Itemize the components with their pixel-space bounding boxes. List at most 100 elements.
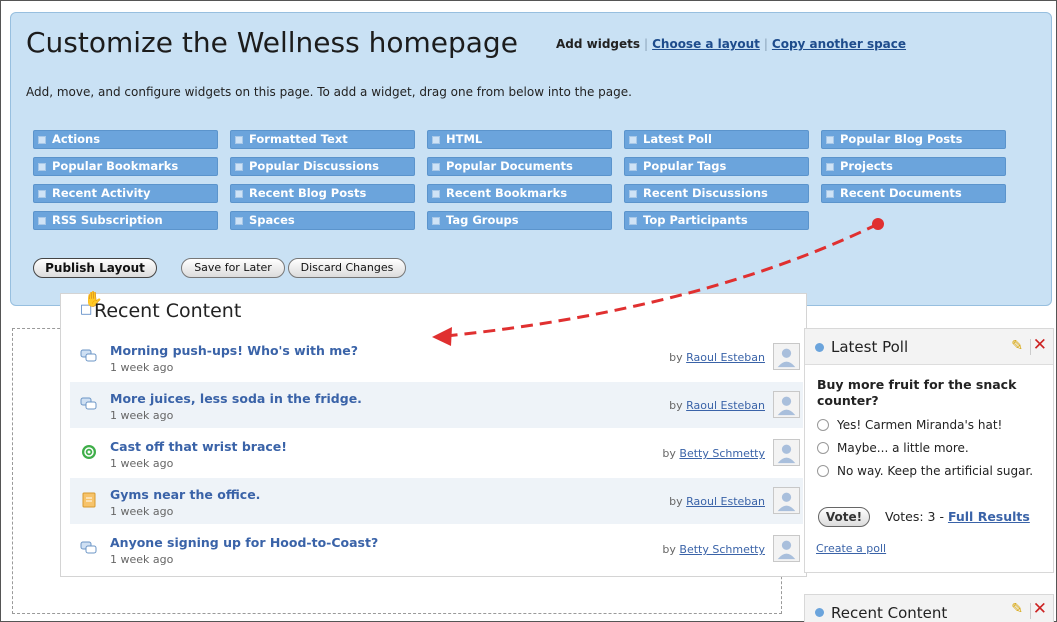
widget-handle-icon — [235, 136, 243, 144]
item-author: by Raoul Esteban — [669, 495, 765, 508]
votes-count: Votes: 3 - Full Results — [885, 509, 1030, 524]
widget-handle-icon — [826, 190, 834, 198]
author-link[interactable]: Betty Schmetty — [679, 543, 765, 556]
discussion-icon — [80, 541, 97, 554]
widget-handle-icon — [826, 136, 834, 144]
item-title-link[interactable]: Gyms near the office. — [110, 487, 260, 502]
widget-chip-popular-discussions[interactable]: Popular Discussions — [230, 157, 415, 176]
item-time: 1 week ago — [110, 361, 174, 374]
avatar[interactable] — [773, 439, 800, 466]
widget-chip-popular-bookmarks[interactable]: Popular Bookmarks — [33, 157, 218, 176]
customize-links: Add widgets | Choose a layout | Copy another… — [556, 37, 906, 51]
widget-handle-icon — [235, 163, 243, 171]
widget-chip-popular-tags[interactable]: Popular Tags — [624, 157, 809, 176]
edit-pencil-icon[interactable]: ✎ — [1011, 338, 1023, 354]
item-title-link[interactable]: Morning push-ups! Who's with me? — [110, 343, 358, 358]
publish-layout-button[interactable]: Publish Layout — [33, 258, 157, 278]
discussion-icon — [80, 349, 97, 362]
widget-chip-html[interactable]: HTML — [427, 130, 612, 149]
item-title-link[interactable]: More juices, less soda in the fridge. — [110, 391, 362, 406]
link-separator: | — [644, 37, 649, 51]
avatar[interactable] — [773, 391, 800, 418]
widget-handle-icon — [432, 136, 440, 144]
item-title-link[interactable]: Cast off that wrist brace! — [110, 439, 287, 454]
header-divider — [1030, 339, 1031, 355]
vote-button[interactable]: Vote! — [818, 507, 870, 527]
avatar[interactable] — [773, 343, 800, 370]
recent-content-title: Recent Content — [94, 300, 242, 322]
widget-header[interactable]: Latest Poll ✎ ✕ — [805, 329, 1053, 365]
page-title: Customize the Wellness homepage — [26, 26, 518, 59]
item-title-link[interactable]: Anyone signing up for Hood-to-Coast? — [110, 535, 378, 550]
widget-handle-icon — [235, 217, 243, 225]
item-time: 1 week ago — [110, 505, 174, 518]
list-item: Cast off that wrist brace! 1 week ago by… — [70, 430, 803, 476]
widget-handle-icon — [432, 217, 440, 225]
blog-post-icon — [82, 445, 96, 459]
avatar[interactable] — [773, 487, 800, 514]
widget-chip-rss-subscription[interactable]: RSS Subscription — [33, 211, 218, 230]
widget-handle-icon — [826, 163, 834, 171]
close-icon[interactable]: ✕ — [1033, 599, 1047, 619]
full-results-link[interactable]: Full Results — [948, 509, 1030, 524]
widget-handle-icon — [38, 163, 46, 171]
widget-chip-projects[interactable]: Projects — [821, 157, 1006, 176]
widget-handle-icon — [38, 136, 46, 144]
author-link[interactable]: Raoul Esteban — [686, 351, 765, 364]
author-link[interactable]: Raoul Esteban — [686, 399, 765, 412]
discussion-icon — [80, 397, 97, 410]
add-widgets-label: Add widgets — [556, 37, 641, 51]
avatar[interactable] — [773, 535, 800, 562]
recent-content-widget: Recent Content ✎ ✕ — [804, 594, 1054, 622]
widget-chip-top-participants[interactable]: Top Participants — [624, 211, 809, 230]
poll-question: Buy more fruit for the snack counter? — [817, 377, 1017, 408]
widget-chip-actions[interactable]: Actions — [33, 130, 218, 149]
widget-chip-spaces[interactable]: Spaces — [230, 211, 415, 230]
latest-poll-widget: Latest Poll ✎ ✕ Buy more fruit for the s… — [804, 328, 1054, 573]
widget-handle-icon — [38, 190, 46, 198]
widget-chip-formatted-text[interactable]: Formatted Text — [230, 130, 415, 149]
choose-layout-link[interactable]: Choose a layout — [652, 37, 760, 51]
widget-chip-tag-groups[interactable]: Tag Groups — [427, 211, 612, 230]
item-time: 1 week ago — [110, 457, 174, 470]
widget-chip-popular-blog-posts[interactable]: Popular Blog Posts — [821, 130, 1006, 149]
list-item: More juices, less soda in the fridge. 1 … — [70, 382, 803, 428]
collapse-icon[interactable] — [815, 608, 824, 617]
item-time: 1 week ago — [110, 409, 174, 422]
widget-chip-recent-bookmarks[interactable]: Recent Bookmarks — [427, 184, 612, 203]
widget-handle-icon — [629, 217, 637, 225]
radio-button[interactable] — [817, 465, 829, 477]
widget-chip-popular-documents[interactable]: Popular Documents — [427, 157, 612, 176]
link-separator: | — [763, 37, 768, 51]
radio-button[interactable] — [817, 419, 829, 431]
list-item: Gyms near the office. 1 week ago by Raou… — [70, 478, 803, 524]
poll-title: Latest Poll — [831, 338, 909, 356]
save-for-later-button[interactable]: Save for Later — [181, 258, 285, 278]
widget-handle-icon — [629, 163, 637, 171]
widget-chip-recent-blog-posts[interactable]: Recent Blog Posts — [230, 184, 415, 203]
widget-chip-recent-documents[interactable]: Recent Documents — [821, 184, 1006, 203]
copy-space-link[interactable]: Copy another space — [772, 37, 906, 51]
widget-handle-icon — [432, 190, 440, 198]
header-divider — [1030, 603, 1031, 619]
author-link[interactable]: Betty Schmetty — [679, 447, 765, 460]
author-link[interactable]: Raoul Esteban — [686, 495, 765, 508]
collapse-icon[interactable] — [815, 343, 824, 352]
item-time: 1 week ago — [110, 553, 174, 566]
radio-button[interactable] — [817, 442, 829, 454]
widget-chip-recent-discussions[interactable]: Recent Discussions — [624, 184, 809, 203]
item-author: by Raoul Esteban — [669, 399, 765, 412]
edit-pencil-icon[interactable]: ✎ — [1011, 601, 1023, 617]
close-icon[interactable]: ✕ — [1033, 335, 1047, 355]
widget-chip-latest-poll[interactable]: Latest Poll — [624, 130, 809, 149]
list-item: Anyone signing up for Hood-to-Coast? 1 w… — [70, 526, 803, 572]
document-icon — [82, 492, 96, 508]
widget-chip-recent-activity[interactable]: Recent Activity — [33, 184, 218, 203]
item-author: by Betty Schmetty — [662, 447, 765, 460]
item-author: by Betty Schmetty — [662, 543, 765, 556]
widget-handle-icon — [629, 136, 637, 144]
discard-changes-button[interactable]: Discard Changes — [288, 258, 406, 278]
list-item: Morning push-ups! Who's with me? 1 week … — [70, 334, 803, 380]
create-poll-link[interactable]: Create a poll — [816, 542, 886, 555]
item-author: by Raoul Esteban — [669, 351, 765, 364]
